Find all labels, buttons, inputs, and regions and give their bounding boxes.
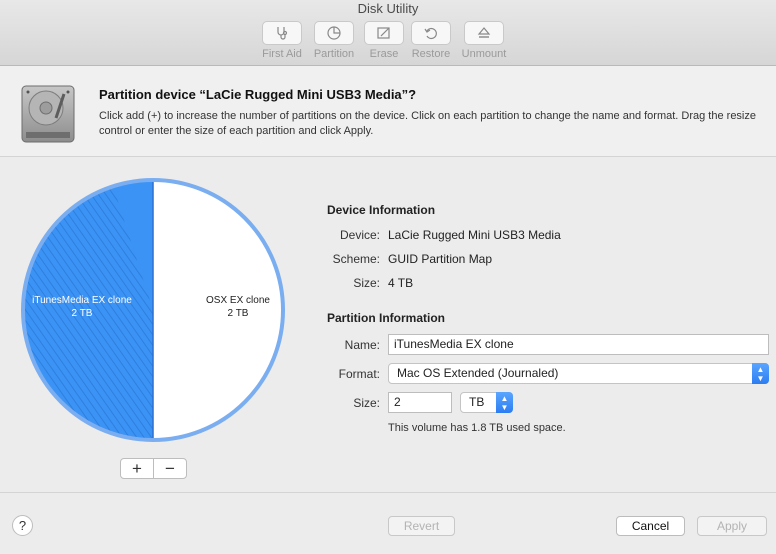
chevron-updown-icon: ▲ ▼ xyxy=(752,363,769,384)
unmount-button[interactable]: Unmount xyxy=(454,21,514,60)
pie-slice-osx-ex-clone[interactable] xyxy=(153,180,283,440)
header-title: Partition device “LaCie Rugged Mini USB3… xyxy=(99,87,417,102)
partition-main: iTunesMedia EX clone 2 TB OSX EX clone 2… xyxy=(0,158,776,492)
window-title: Disk Utility xyxy=(357,1,419,16)
format-value: Mac OS Extended (Journaled) xyxy=(397,366,559,380)
dialog-footer: ? Revert Cancel Apply xyxy=(0,492,776,554)
restore-icon xyxy=(411,21,451,45)
help-button[interactable]: ? xyxy=(12,515,33,536)
window-titlebar: Disk Utility First Aid Partition Erase R… xyxy=(0,0,776,66)
partition-header: Partition device “LaCie Rugged Mini USB3… xyxy=(0,66,776,157)
used-space-note: This volume has 1.8 TB used space. xyxy=(388,422,566,434)
device-info-title: Device Information xyxy=(327,203,436,217)
pie-label-itunesmedia-name: iTunesMedia EX clone xyxy=(32,295,132,306)
restore-label: Restore xyxy=(411,48,451,60)
header-description: Click add (+) to increase the number of … xyxy=(99,110,756,137)
name-label: Name: xyxy=(344,338,380,352)
size-unit-popup[interactable]: TB ▲ ▼ xyxy=(460,392,513,413)
remove-partition-button[interactable]: − xyxy=(154,459,186,478)
partition-size-label: Size: xyxy=(353,396,380,410)
pie-chart-icon xyxy=(314,21,354,45)
device-value: LaCie Rugged Mini USB3 Media xyxy=(388,228,561,242)
pie-label-osx-size: 2 TB xyxy=(228,308,249,319)
partition-info-title: Partition Information xyxy=(327,311,445,325)
partition-pie-chart[interactable]: iTunesMedia EX clone 2 TB OSX EX clone 2… xyxy=(19,176,287,444)
hard-disk-icon xyxy=(20,84,76,144)
chevron-updown-icon: ▲ ▼ xyxy=(496,392,513,413)
partition-name-field[interactable]: iTunesMedia EX clone xyxy=(388,334,769,355)
device-size-value: 4 TB xyxy=(388,276,414,290)
restore-button[interactable]: Restore xyxy=(401,21,461,60)
cancel-button[interactable]: Cancel xyxy=(616,516,685,536)
device-size-label: Size: xyxy=(353,276,380,290)
pie-label-itunesmedia-size: 2 TB xyxy=(72,308,93,319)
stethoscope-icon xyxy=(262,21,302,45)
apply-button[interactable]: Apply xyxy=(697,516,767,536)
device-label: Device: xyxy=(339,228,380,242)
erase-icon xyxy=(364,21,404,45)
add-partition-button[interactable]: + xyxy=(121,459,154,478)
unmount-label: Unmount xyxy=(461,48,507,60)
format-label: Format: xyxy=(338,367,380,381)
pie-label-osx-name: OSX EX clone xyxy=(206,295,270,306)
size-unit-value: TB xyxy=(469,395,485,409)
first-aid-label: First Aid xyxy=(262,48,302,60)
eject-icon xyxy=(464,21,504,45)
partition-size-field[interactable]: 2 xyxy=(388,392,452,413)
partition-add-remove: + − xyxy=(120,458,187,479)
format-popup[interactable]: Mac OS Extended (Journaled) ▲ ▼ xyxy=(388,363,769,384)
first-aid-button[interactable]: First Aid xyxy=(252,21,312,60)
scheme-label: Scheme: xyxy=(332,252,380,266)
scheme-value: GUID Partition Map xyxy=(388,252,493,266)
revert-button[interactable]: Revert xyxy=(388,516,455,536)
